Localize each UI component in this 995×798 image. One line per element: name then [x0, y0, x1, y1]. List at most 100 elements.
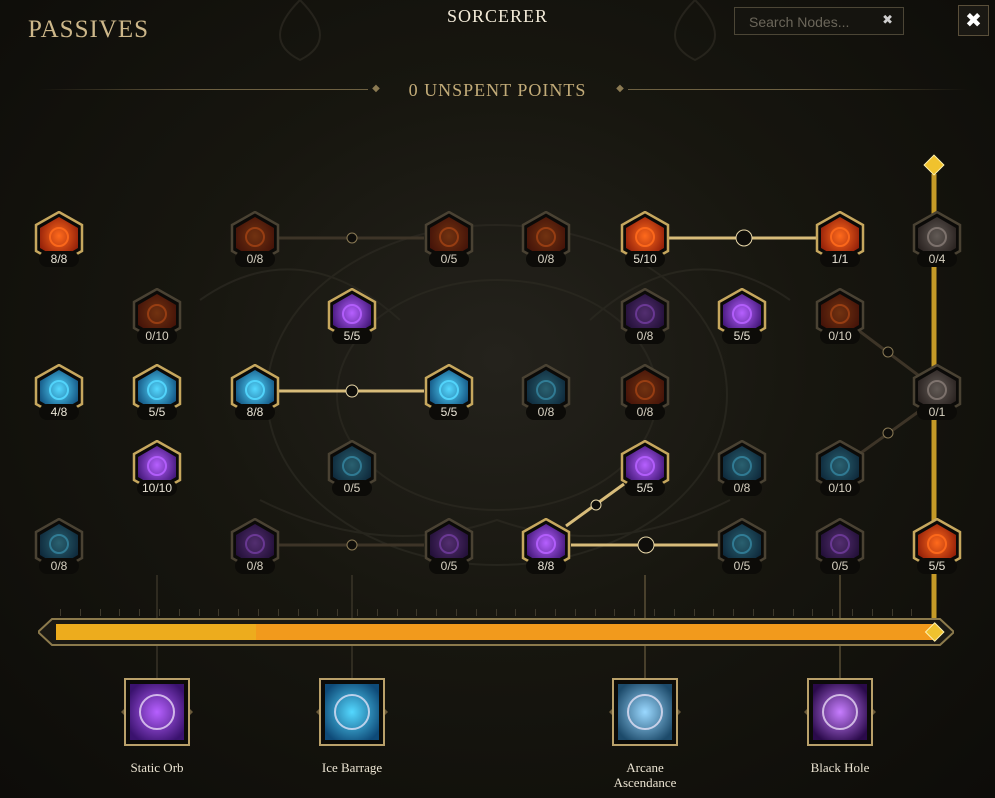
progress-tick — [476, 609, 477, 616]
skill-arcane-ascendance[interactable] — [609, 676, 681, 748]
node-rank: 0/5 — [722, 558, 762, 574]
passive-node-ice-1[interactable]: 4/8 — [32, 364, 86, 420]
passive-node-arc-5[interactable]: 5/5 — [618, 440, 672, 496]
passive-node-ice-8[interactable]: 0/10 — [813, 440, 867, 496]
passive-node-fire-8[interactable]: 0/10 — [813, 288, 867, 344]
progress-tick — [595, 609, 596, 616]
passive-node-ice-5[interactable]: 0/8 — [519, 364, 573, 420]
node-rank: 10/10 — [137, 480, 177, 496]
passive-node-fire-2[interactable]: 0/8 — [228, 211, 282, 267]
progress-tick — [793, 609, 794, 616]
node-rank: 5/5 — [625, 480, 665, 496]
progress-tick — [278, 609, 279, 616]
passive-node-arc-6[interactable]: 0/8 — [228, 518, 282, 574]
node-rank: 0/5 — [429, 251, 469, 267]
node-rank: 5/5 — [917, 558, 957, 574]
passive-node-ice-6[interactable]: 0/5 — [325, 440, 379, 496]
passive-node-arc-8[interactable]: 8/8 — [519, 518, 573, 574]
progress-tick — [674, 609, 675, 616]
passive-node-arc-2[interactable]: 0/8 — [618, 288, 672, 344]
passive-node-ice-7[interactable]: 0/8 — [715, 440, 769, 496]
node-rank: 0/8 — [526, 404, 566, 420]
node-rank: 0/4 — [917, 251, 957, 267]
progress-tick — [377, 609, 378, 616]
progress-tick — [337, 609, 338, 616]
connector-joint — [882, 346, 894, 358]
passive-node-arc-7[interactable]: 0/5 — [422, 518, 476, 574]
passive-node-arc-1[interactable]: 5/5 — [325, 288, 379, 344]
passive-node-gen-1[interactable]: 0/4 — [910, 211, 964, 267]
node-rank: 0/8 — [625, 404, 665, 420]
progress-tick — [218, 609, 219, 616]
progress-tick — [773, 609, 774, 616]
progress-tick — [515, 609, 516, 616]
progress-tick — [733, 609, 734, 616]
passive-node-ice-9[interactable]: 0/8 — [32, 518, 86, 574]
passive-node-gen-2[interactable]: 0/8 — [618, 364, 672, 420]
progress-tick — [872, 609, 873, 616]
passive-node-ice-10[interactable]: 0/5 — [715, 518, 769, 574]
passive-node-fire-3[interactable]: 0/5 — [422, 211, 476, 267]
node-rank: 0/10 — [820, 480, 860, 496]
skill-black-hole[interactable] — [804, 676, 876, 748]
connector-joint — [346, 232, 358, 244]
node-rank: 1/1 — [820, 251, 860, 267]
progress-tick — [258, 609, 259, 616]
connector-joint — [345, 384, 359, 398]
passive-node-fire-5[interactable]: 5/10 — [618, 211, 672, 267]
progress-tick — [892, 609, 893, 616]
node-rank: 0/10 — [137, 328, 177, 344]
progress-tick — [100, 609, 101, 616]
progress-tick — [60, 609, 61, 616]
connector-joint — [346, 539, 358, 551]
progress-tick — [456, 609, 457, 616]
skill-label-ice-barrage: Ice Barrage — [321, 760, 383, 775]
skill-label-static-orb: Static Orb — [130, 760, 184, 775]
passive-node-fire-6[interactable]: 1/1 — [813, 211, 867, 267]
node-rank: 0/10 — [820, 328, 860, 344]
passive-node-ice-2[interactable]: 5/5 — [130, 364, 184, 420]
node-rank: 0/8 — [235, 251, 275, 267]
passive-node-arc-4[interactable]: 10/10 — [130, 440, 184, 496]
progress-tick — [139, 609, 140, 616]
passive-node-fire-4[interactable]: 0/8 — [519, 211, 573, 267]
progress-tick — [179, 609, 180, 616]
progress-tick — [753, 609, 754, 616]
passive-node-fire-1[interactable]: 8/8 — [32, 211, 86, 267]
node-rank: 0/8 — [526, 251, 566, 267]
passive-node-gen-3[interactable]: 0/1 — [910, 364, 964, 420]
node-rank: 0/5 — [429, 558, 469, 574]
connector-joint — [637, 536, 655, 554]
node-rank: 0/1 — [917, 404, 957, 420]
passive-tree-window: PASSIVES SORCERER ✖ ✖ ◆ ◆ 0 UNSPENT POIN… — [0, 0, 995, 798]
skill-label-arcane-ascendance: Arcane Ascendance — [613, 760, 677, 790]
progress-tick — [694, 609, 695, 616]
node-rank: 5/5 — [137, 404, 177, 420]
node-rank: 5/5 — [722, 328, 762, 344]
progress-tick — [238, 609, 239, 616]
passive-node-fire-9[interactable]: 5/5 — [910, 518, 964, 574]
progress-tick — [199, 609, 200, 616]
passive-node-arc-3[interactable]: 5/5 — [715, 288, 769, 344]
node-rank: 5/10 — [625, 251, 665, 267]
passive-node-fire-7[interactable]: 0/10 — [130, 288, 184, 344]
ice-barrage-icon — [316, 678, 388, 746]
node-rank: 0/8 — [235, 558, 275, 574]
passive-node-ice-3[interactable]: 8/8 — [228, 364, 282, 420]
progress-tick — [535, 609, 536, 616]
connector-joint — [590, 499, 602, 511]
node-rank: 5/5 — [429, 404, 469, 420]
skill-static-orb[interactable] — [121, 676, 193, 748]
progress-tick — [713, 609, 714, 616]
progress-tick — [575, 609, 576, 616]
node-rank: 0/8 — [625, 328, 665, 344]
node-rank: 4/8 — [39, 404, 79, 420]
skill-label-black-hole: Black Hole — [810, 760, 870, 775]
static-orb-icon — [121, 678, 193, 746]
progress-tick — [812, 609, 813, 616]
progress-tick — [298, 609, 299, 616]
node-rank: 0/5 — [332, 480, 372, 496]
skill-ice-barrage[interactable] — [316, 676, 388, 748]
passive-node-arc-9[interactable]: 0/5 — [813, 518, 867, 574]
passive-node-ice-4[interactable]: 5/5 — [422, 364, 476, 420]
